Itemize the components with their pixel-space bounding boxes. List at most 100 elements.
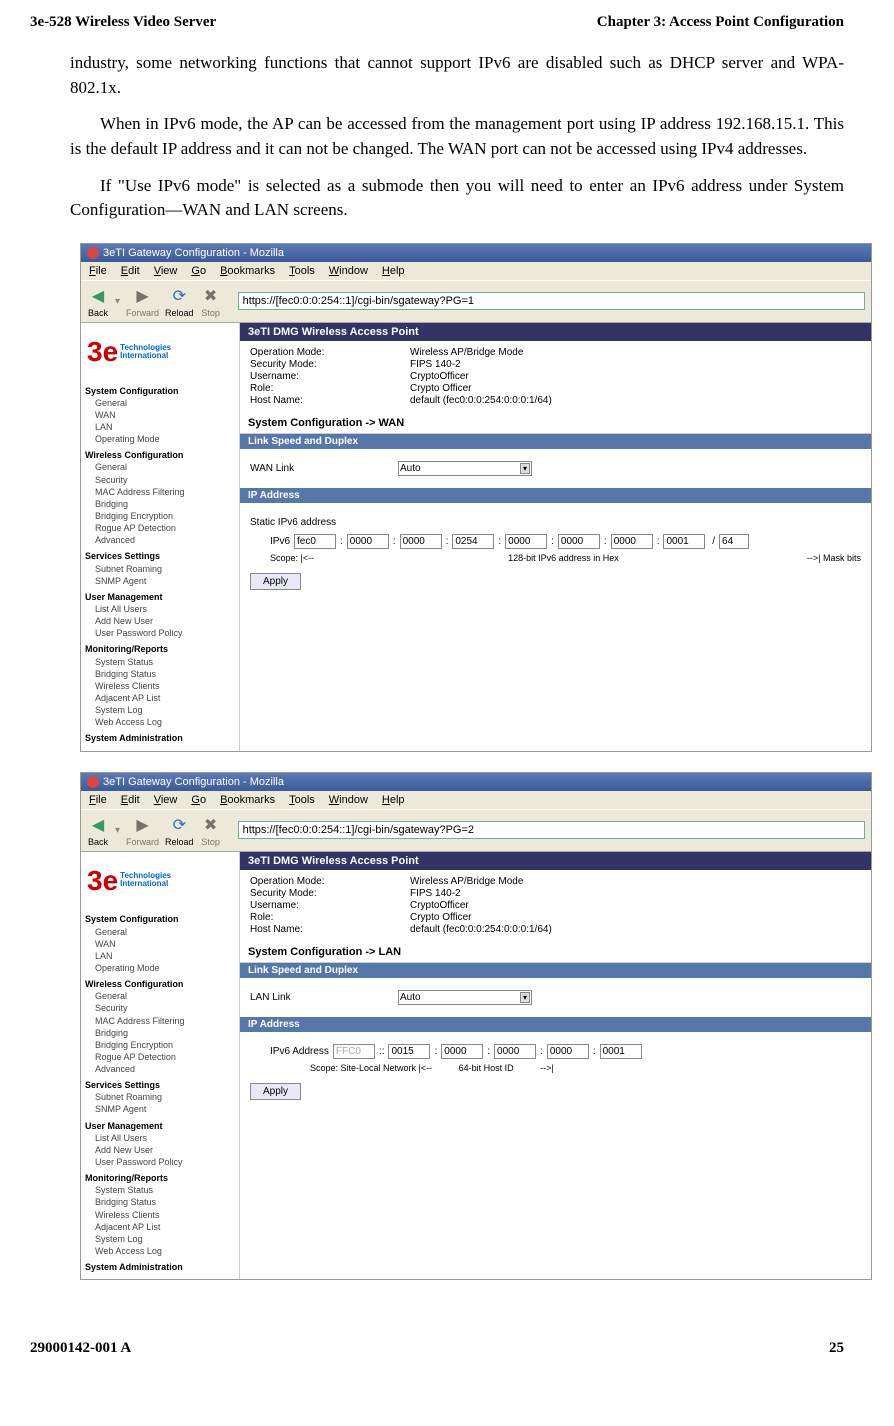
sidebar-item[interactable]: Add New User: [95, 1144, 235, 1156]
sidebar-item[interactable]: System Status: [95, 656, 235, 668]
info-value: CryptoOfficer: [410, 371, 469, 382]
sidebar-item[interactable]: Rogue AP Detection: [95, 1051, 235, 1063]
sidebar-item[interactable]: System Status: [95, 1184, 235, 1196]
menu-window[interactable]: Window: [329, 265, 368, 277]
sidebar-item[interactable]: Bridging Encryption: [95, 510, 235, 522]
ipv6-seg-1[interactable]: 0000: [347, 534, 389, 549]
subsection-ip: IP Address: [240, 488, 871, 503]
ipv6-seg-2[interactable]: 0000: [494, 1044, 536, 1059]
sidebar-item[interactable]: Adjacent AP List: [95, 1221, 235, 1233]
info-value: Wireless AP/Bridge Mode: [410, 347, 523, 358]
menu-bookmarks[interactable]: Bookmarks: [220, 265, 275, 277]
sidebar-item[interactable]: Advanced: [95, 1063, 235, 1075]
menu-go[interactable]: Go: [191, 794, 206, 806]
ipv6-seg-4[interactable]: 0001: [600, 1044, 642, 1059]
sidebar-item[interactable]: User Password Policy: [95, 1156, 235, 1168]
lan-link-select[interactable]: Auto: [398, 990, 532, 1005]
sidebar-item[interactable]: Wireless Clients: [95, 680, 235, 692]
menu-help[interactable]: Help: [382, 265, 405, 277]
sidebar-item[interactable]: Operating Mode: [95, 433, 235, 445]
ipv6-seg-7[interactable]: 0001: [663, 534, 705, 549]
sidebar-item[interactable]: Bridging Encryption: [95, 1039, 235, 1051]
forward-button[interactable]: ▶Forward: [126, 285, 159, 318]
ipv6-mask[interactable]: 64: [719, 534, 749, 549]
menu-edit[interactable]: Edit: [121, 265, 140, 277]
app-icon: [87, 247, 99, 259]
sidebar-group: System Configuration: [85, 913, 235, 925]
page-heading: 3eTI DMG Wireless Access Point: [240, 852, 871, 870]
sidebar-item[interactable]: System Log: [95, 1233, 235, 1245]
menu-window[interactable]: Window: [329, 794, 368, 806]
menu-tools[interactable]: Tools: [289, 794, 315, 806]
sidebar-item[interactable]: MAC Address Filtering: [95, 1015, 235, 1027]
reload-button[interactable]: ⟳Reload: [165, 814, 194, 847]
menu-file[interactable]: File: [89, 794, 107, 806]
sidebar-item[interactable]: Add New User: [95, 615, 235, 627]
ipv6-seg-2[interactable]: 0000: [400, 534, 442, 549]
sidebar-item[interactable]: General: [95, 461, 235, 473]
sidebar-item[interactable]: LAN: [95, 421, 235, 433]
ipv6-seg-5[interactable]: 0000: [558, 534, 600, 549]
sidebar-item[interactable]: Subnet Roaming: [95, 1091, 235, 1103]
stop-button[interactable]: ✖Stop: [200, 285, 222, 318]
reload-button[interactable]: ⟳Reload: [165, 285, 194, 318]
sidebar-item[interactable]: Bridging: [95, 1027, 235, 1039]
sidebar-item[interactable]: Wireless Clients: [95, 1209, 235, 1221]
sidebar-item[interactable]: Security: [95, 1002, 235, 1014]
sidebar-item[interactable]: Subnet Roaming: [95, 563, 235, 575]
info-label: Operation Mode:: [250, 347, 410, 358]
forward-button[interactable]: ▶Forward: [126, 814, 159, 847]
ipv6-seg-6[interactable]: 0000: [611, 534, 653, 549]
stop-button[interactable]: ✖Stop: [200, 814, 222, 847]
sidebar-item[interactable]: MAC Address Filtering: [95, 486, 235, 498]
sidebar-item[interactable]: LAN: [95, 950, 235, 962]
sidebar-item[interactable]: SNMP Agent: [95, 1103, 235, 1115]
menu-go[interactable]: Go: [191, 265, 206, 277]
back-button[interactable]: ◀Back: [87, 285, 109, 318]
scope-mid: 128-bit IPv6 address in Hex: [324, 553, 803, 563]
sidebar-item[interactable]: Advanced: [95, 534, 235, 546]
menu-help[interactable]: Help: [382, 794, 405, 806]
ipv6-seg-3[interactable]: 0000: [547, 1044, 589, 1059]
ipv6-seg-3[interactable]: 0254: [452, 534, 494, 549]
menu-file[interactable]: File: [89, 265, 107, 277]
sidebar-item[interactable]: Security: [95, 474, 235, 486]
sidebar-item[interactable]: SNMP Agent: [95, 575, 235, 587]
sidebar-item[interactable]: WAN: [95, 938, 235, 950]
sidebar-item[interactable]: System Log: [95, 704, 235, 716]
menu-edit[interactable]: Edit: [121, 794, 140, 806]
wan-link-label: WAN Link: [250, 463, 330, 474]
sidebar-item[interactable]: General: [95, 926, 235, 938]
sidebar-item[interactable]: Operating Mode: [95, 962, 235, 974]
ipv6-label: IPv6: [270, 536, 290, 547]
apply-button[interactable]: Apply: [250, 1083, 301, 1100]
menu-tools[interactable]: Tools: [289, 265, 315, 277]
menu-view[interactable]: View: [154, 794, 178, 806]
back-button[interactable]: ◀Back: [87, 814, 109, 847]
sidebar-item[interactable]: Bridging: [95, 498, 235, 510]
sidebar-item[interactable]: General: [95, 397, 235, 409]
sidebar-item[interactable]: General: [95, 990, 235, 1002]
sidebar-item[interactable]: Web Access Log: [95, 1245, 235, 1257]
menu-bookmarks[interactable]: Bookmarks: [220, 794, 275, 806]
sidebar-item[interactable]: Rogue AP Detection: [95, 522, 235, 534]
header-right: Chapter 3: Access Point Configuration: [597, 14, 844, 31]
wan-link-select[interactable]: Auto: [398, 461, 532, 476]
sidebar-item[interactable]: Bridging Status: [95, 1196, 235, 1208]
ipv6-seg-0[interactable]: 0015: [388, 1044, 430, 1059]
sidebar-item[interactable]: Web Access Log: [95, 716, 235, 728]
sidebar-item[interactable]: List All Users: [95, 603, 235, 615]
sidebar-item[interactable]: Adjacent AP List: [95, 692, 235, 704]
sidebar-item[interactable]: Bridging Status: [95, 668, 235, 680]
url-bar[interactable]: https://[fec0:0:0:254::1]/cgi-bin/sgatew…: [238, 821, 865, 839]
info-label: Operation Mode:: [250, 876, 410, 887]
apply-button[interactable]: Apply: [250, 573, 301, 590]
ipv6-seg-1[interactable]: 0000: [441, 1044, 483, 1059]
ipv6-seg-0[interactable]: fec0: [294, 534, 336, 549]
sidebar-item[interactable]: WAN: [95, 409, 235, 421]
url-bar[interactable]: https://[fec0:0:0:254::1]/cgi-bin/sgatew…: [238, 292, 865, 310]
sidebar-item[interactable]: List All Users: [95, 1132, 235, 1144]
menu-view[interactable]: View: [154, 265, 178, 277]
sidebar-item[interactable]: User Password Policy: [95, 627, 235, 639]
ipv6-seg-4[interactable]: 0000: [505, 534, 547, 549]
